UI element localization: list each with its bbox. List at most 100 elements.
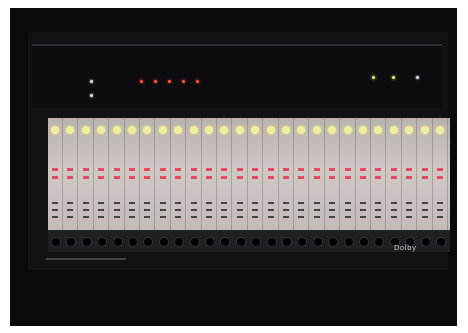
channel-knob[interactable] (297, 126, 306, 134)
channel-switch[interactable] (206, 209, 212, 211)
channel-switch[interactable] (144, 209, 151, 211)
channel-switch[interactable] (236, 202, 243, 204)
channel-button[interactable] (375, 168, 382, 171)
channel-button[interactable] (375, 176, 382, 179)
channel-button[interactable] (360, 168, 366, 171)
channel-switch[interactable] (390, 209, 397, 211)
channel-switch[interactable] (82, 216, 89, 218)
channel-switch[interactable] (190, 202, 197, 204)
channel-switch[interactable] (390, 216, 397, 218)
channel-button[interactable] (406, 168, 413, 171)
channel-button[interactable] (437, 176, 443, 179)
channel-switch[interactable] (67, 216, 74, 218)
channel-switch[interactable] (390, 202, 397, 204)
channel-switch[interactable] (344, 216, 351, 218)
channel-switch[interactable] (344, 202, 351, 204)
channel-knob[interactable] (251, 126, 260, 134)
channel-button[interactable] (267, 168, 274, 171)
channel-switch[interactable] (252, 209, 259, 211)
channel-button[interactable] (175, 176, 182, 179)
channel-button[interactable] (144, 168, 151, 171)
channel-switch[interactable] (236, 209, 243, 211)
channel-switch[interactable] (252, 216, 259, 218)
channel-switch[interactable] (298, 216, 305, 218)
channel-knob[interactable] (189, 126, 198, 134)
channel-button[interactable] (236, 168, 243, 171)
channel-button[interactable] (313, 176, 320, 179)
channel-switch[interactable] (344, 209, 351, 211)
channel-switch[interactable] (298, 209, 305, 211)
channel-knob[interactable] (174, 126, 183, 134)
channel-button[interactable] (98, 176, 105, 179)
channel-knob[interactable] (389, 126, 398, 134)
channel-switch[interactable] (98, 216, 105, 218)
channel-switch[interactable] (283, 209, 289, 211)
channel-button[interactable] (67, 176, 74, 179)
channel-button[interactable] (298, 176, 305, 179)
channel-switch[interactable] (406, 216, 413, 218)
channel-button[interactable] (344, 168, 351, 171)
channel-button[interactable] (144, 176, 151, 179)
channel-switch[interactable] (175, 209, 182, 211)
channel-switch[interactable] (206, 216, 212, 218)
channel-switch[interactable] (437, 202, 443, 204)
channel-knob[interactable] (81, 126, 90, 134)
channel-switch[interactable] (113, 216, 120, 218)
channel-switch[interactable] (113, 202, 120, 204)
channel-switch[interactable] (267, 209, 274, 211)
channel-switch[interactable] (421, 216, 428, 218)
channel-button[interactable] (421, 168, 428, 171)
channel-switch[interactable] (313, 202, 320, 204)
channel-switch[interactable] (129, 202, 135, 204)
channel-knob[interactable] (51, 126, 59, 134)
channel-button[interactable] (267, 176, 274, 179)
channel-knob[interactable] (359, 126, 367, 134)
channel-switch[interactable] (283, 216, 289, 218)
channel-switch[interactable] (113, 209, 120, 211)
channel-switch[interactable] (129, 216, 135, 218)
channel-switch[interactable] (67, 202, 74, 204)
channel-button[interactable] (437, 168, 443, 171)
channel-button[interactable] (98, 168, 105, 171)
channel-button[interactable] (283, 176, 289, 179)
channel-button[interactable] (236, 176, 243, 179)
channel-button[interactable] (344, 176, 351, 179)
channel-button[interactable] (175, 168, 182, 171)
channel-switch[interactable] (298, 202, 305, 204)
channel-switch[interactable] (360, 209, 366, 211)
channel-button[interactable] (67, 168, 74, 171)
channel-knob[interactable] (112, 126, 121, 134)
channel-button[interactable] (221, 176, 228, 179)
channel-knob[interactable] (266, 126, 275, 134)
channel-button[interactable] (113, 168, 120, 171)
channel-button[interactable] (129, 176, 135, 179)
channel-switch[interactable] (144, 202, 151, 204)
channel-button[interactable] (313, 168, 320, 171)
channel-button[interactable] (298, 168, 305, 171)
channel-switch[interactable] (421, 202, 428, 204)
channel-button[interactable] (329, 168, 336, 171)
channel-switch[interactable] (52, 202, 58, 204)
channel-switch[interactable] (437, 209, 443, 211)
channel-switch[interactable] (67, 209, 74, 211)
channel-button[interactable] (252, 168, 259, 171)
channel-button[interactable] (52, 168, 58, 171)
channel-knob[interactable] (66, 126, 75, 134)
channel-switch[interactable] (221, 216, 228, 218)
channel-knob[interactable] (343, 126, 352, 134)
channel-switch[interactable] (437, 216, 443, 218)
channel-switch[interactable] (406, 202, 413, 204)
channel-button[interactable] (206, 176, 212, 179)
channel-switch[interactable] (329, 202, 336, 204)
channel-switch[interactable] (52, 209, 58, 211)
channel-button[interactable] (82, 168, 89, 171)
channel-switch[interactable] (190, 216, 197, 218)
channel-switch[interactable] (252, 202, 259, 204)
channel-switch[interactable] (267, 216, 274, 218)
channel-knob[interactable] (205, 126, 213, 134)
channel-button[interactable] (360, 176, 366, 179)
channel-button[interactable] (82, 176, 89, 179)
channel-button[interactable] (159, 176, 166, 179)
channel-switch[interactable] (159, 209, 166, 211)
channel-knob[interactable] (97, 126, 106, 134)
